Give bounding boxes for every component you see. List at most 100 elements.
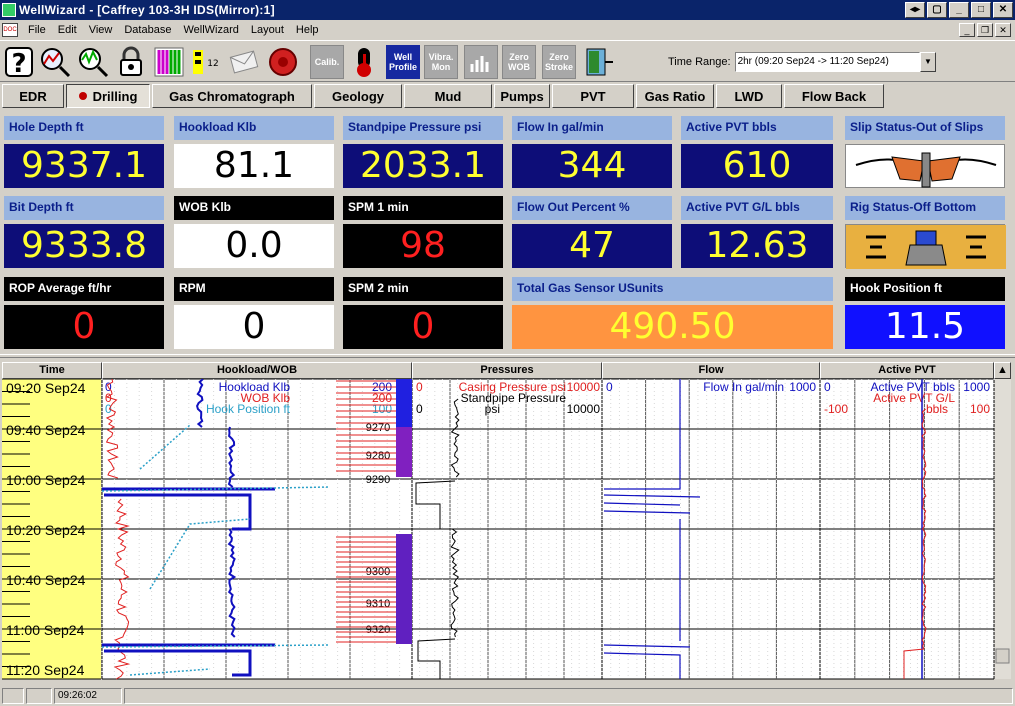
bar-chart-icon[interactable] [464,45,498,79]
tab-drilling[interactable]: Drilling [66,84,150,108]
app-window: WellWizard - [Caffrey 103-3H IDS(Mirror)… [0,0,1015,706]
spm1-label: SPM 1 min [343,196,503,220]
calib-label: Calib. [314,57,340,67]
rig-status-label: Rig Status-Off Bottom [845,196,1005,220]
tab-label: Geology [331,88,384,104]
magnifier-graph-icon[interactable] [76,45,110,79]
tab-lwd[interactable]: LWD [716,84,782,108]
wob-label: WOB Klb [174,196,334,220]
menu-edit[interactable]: Edit [52,24,83,36]
splitter[interactable] [0,354,1015,358]
time-range-select[interactable]: 2hr (09:20 Sep24 -> 11:20 Sep24) [734,52,920,72]
tab-pvt[interactable]: PVT [552,84,634,108]
tab-label: Pumps [500,88,544,104]
bit-depth-value: 9333.8 [4,224,164,268]
restore-icon[interactable]: ▢ [927,2,947,18]
header-time: Time [2,362,102,379]
tab-label: Drilling [92,88,138,104]
header-pressures: Pressures [412,362,602,379]
mdi-restore-button[interactable]: ❐ [977,23,993,37]
calib-button[interactable]: Calib. [310,45,344,79]
menu-help[interactable]: Help [290,24,325,36]
rpm-value: 0 [174,305,334,349]
menu-wellwizard[interactable]: WellWizard [177,24,244,36]
pvt-series-max: 100 [970,402,990,416]
mdi-minimize-button[interactable]: _ [959,23,975,37]
well-profile-button[interactable]: Well Profile [386,45,420,79]
vertical-scrollbar[interactable] [994,379,1011,679]
mdi-controls: _ ❐ ✕ [959,23,1011,37]
gauge-icon[interactable] [348,45,382,79]
menu-view[interactable]: View [83,24,119,36]
close-button[interactable]: ✕ [993,2,1013,18]
panel-standpipe-pressure: Standpipe Pressure psi 2033.1 [343,116,503,190]
hookload-value: 81.1 [174,144,334,188]
rop-value: 0 [4,305,164,349]
menu-database[interactable]: Database [118,24,177,36]
depth-label: 9270 [366,422,390,434]
time-label: 11:20 Sep24 [6,662,85,678]
hookload-series-max: 100 [372,402,392,416]
pressure-series-max: 10000 [567,380,601,394]
flow-series-name: Flow In gal/min [703,380,784,394]
mdi-close-button[interactable]: ✕ [995,23,1011,37]
pressure-series-name: Standpipe Pressure [461,391,567,405]
maximize-button[interactable]: □ [971,2,991,18]
pvt-series-min: -100 [824,402,848,416]
time-range-control: Time Range: 2hr (09:20 Sep24 -> 11:20 Se… [668,51,936,73]
panel-active-pvt: Active PVT bbls 610 [681,116,833,190]
exit-door-icon[interactable] [582,45,616,79]
panel-spm2: SPM 2 min 0 [343,277,503,351]
tab-pumps[interactable]: Pumps [494,84,550,108]
tab-label: PVT [580,88,606,104]
panel-rpm: RPM 0 [174,277,334,351]
panel-bit-depth: Bit Depth ft 9333.8 [4,196,164,270]
chevron-down-icon[interactable]: ▼ [920,52,936,72]
zero-stroke-label: Zero Stroke [544,52,573,72]
rig-depth-icon[interactable]: 12 [190,45,224,79]
pvt-series-unit: bbls [926,402,948,416]
menu-file[interactable]: File [22,24,52,36]
depth-bar-mid [396,427,412,477]
panel-slip-status: Slip Status-Out of Slips [845,116,1005,190]
total-gas-label: Total Gas Sensor USunits [512,277,833,301]
pressure-series-unit: psi [485,402,500,416]
help-button[interactable]: ? [2,45,36,79]
tab-gas-ratio[interactable]: Gas Ratio [636,84,714,108]
depth-label: 9280 [366,450,390,462]
header-active-pvt: Active PVT [820,362,994,379]
flow-series-min: 0 [606,380,613,394]
time-label: 10:20 Sep24 [6,522,86,538]
switch-icon[interactable]: ◂▸ [905,2,925,18]
tab-mud[interactable]: Mud [404,84,492,108]
slip-status-label: Slip Status-Out of Slips [845,116,1005,140]
panel-rop: ROP Average ft/hr 0 [4,277,164,351]
tab-gas-chromatograph[interactable]: Gas Chromatograph [152,84,312,108]
header-hookload-wob: Hookload/WOB [102,362,412,379]
vibra-mon-button[interactable]: Vibra. Mon [424,45,458,79]
alarm-bell-icon[interactable] [266,45,300,79]
scroll-thumb[interactable] [995,648,1010,664]
minimize-button[interactable]: _ [949,2,969,18]
hook-position-value: 11.5 [845,305,1005,349]
hole-depth-label: Hole Depth ft [4,116,164,140]
zero-wob-button[interactable]: Zero WOB [502,45,536,79]
zero-stroke-button[interactable]: Zero Stroke [542,45,576,79]
scroll-up-icon[interactable]: ▲ [994,362,1011,379]
tab-label: Gas Chromatograph [169,88,295,104]
status-clock: 09:26:02 [54,688,122,704]
time-label: 09:40 Sep24 [6,422,86,438]
tab-edr[interactable]: EDR [2,84,64,108]
color-log-icon[interactable] [152,45,186,79]
menu-layout[interactable]: Layout [245,24,290,36]
panel-spm1: SPM 1 min 98 [343,196,503,270]
email-icon[interactable] [228,45,262,79]
tab-flow-back[interactable]: Flow Back [784,84,884,108]
tab-geology[interactable]: Geology [314,84,402,108]
lock-icon[interactable] [114,45,148,79]
rpm-label: RPM [174,277,334,301]
flow-series-max: 1000 [789,380,816,394]
panel-rig-status: Rig Status-Off Bottom [845,196,1006,270]
magnifier-chart-icon[interactable] [38,45,72,79]
tab-bar: EDR Drilling Gas Chromatograph Geology M… [0,84,1015,110]
